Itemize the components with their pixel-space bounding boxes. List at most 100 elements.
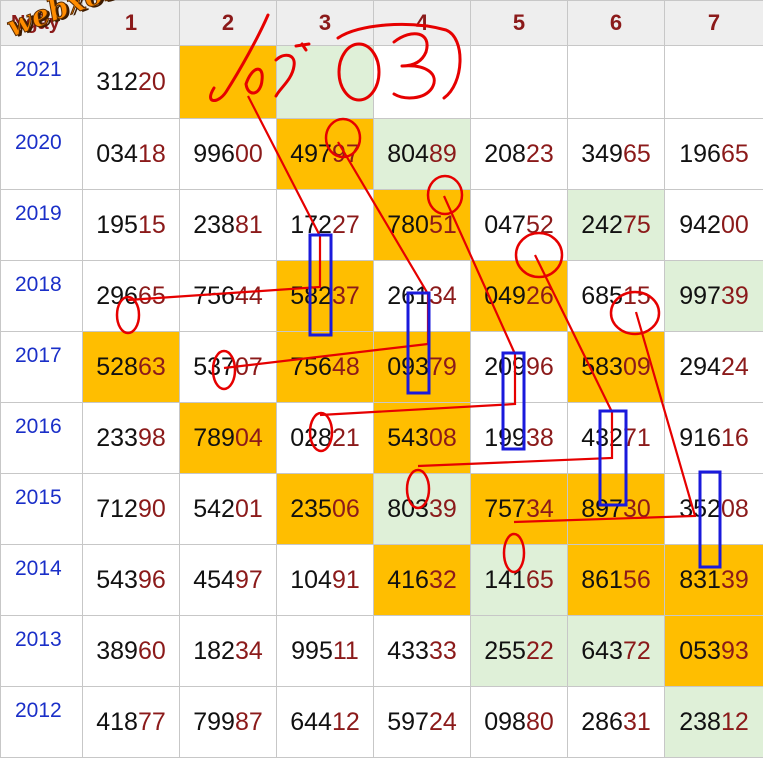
result-lead-digits: 543 (96, 566, 138, 594)
year-link[interactable]: 2013 (1, 616, 83, 687)
result-last-two-digits: 11 (333, 637, 359, 665)
column-header: 1 (83, 1, 180, 46)
result-last-two-digits: 23 (526, 140, 554, 168)
result-cell: 04926 (471, 261, 568, 332)
result-lead-digits: 799 (193, 708, 235, 736)
result-lead-digits: 897 (581, 495, 623, 523)
result-last-two-digits: 15 (138, 211, 166, 239)
table-row: 201919515238811722778051047522427594200 (1, 190, 763, 261)
column-header: 4 (374, 1, 471, 46)
result-cell (180, 46, 277, 119)
result-last-two-digits: 71 (623, 424, 651, 452)
result-last-two-digits: 32 (429, 566, 457, 594)
result-cell: 75644 (180, 261, 277, 332)
table-row: 201338960182349951143333255226437205393 (1, 616, 763, 687)
year-link[interactable]: 2015 (1, 474, 83, 545)
year-link[interactable]: 2018 (1, 261, 83, 332)
table-row: 201829665756445823726134049266851599739 (1, 261, 763, 332)
result-cell: 23506 (277, 474, 374, 545)
result-cell: 04752 (471, 190, 568, 261)
result-last-two-digits: 38 (526, 424, 554, 452)
result-last-two-digits: 16 (721, 424, 749, 452)
result-last-two-digits: 37 (332, 282, 360, 310)
result-last-two-digits: 00 (721, 211, 749, 239)
result-cell: 54201 (180, 474, 277, 545)
result-cell: 02821 (277, 403, 374, 474)
table-row: 201571290542012350680339757348973035208 (1, 474, 763, 545)
result-last-two-digits: 96 (138, 566, 166, 594)
result-cell: 26134 (374, 261, 471, 332)
result-lead-digits: 537 (193, 353, 235, 381)
result-lead-digits: 433 (387, 637, 429, 665)
result-cell: 59724 (374, 687, 471, 758)
column-header: 3 (277, 1, 374, 46)
header-row: Ngày 1 2 3 4 5 6 7 (1, 1, 763, 46)
result-lead-digits: 209 (484, 353, 526, 381)
result-last-two-digits: 20 (138, 68, 166, 96)
year-link[interactable]: 2014 (1, 545, 83, 616)
result-cell: 68515 (568, 261, 665, 332)
result-last-two-digits: 90 (138, 495, 166, 523)
result-cell: 71290 (83, 474, 180, 545)
result-last-two-digits: 51 (429, 211, 457, 239)
result-cell: 86156 (568, 545, 665, 616)
result-last-two-digits: 44 (235, 282, 263, 310)
result-lead-digits: 093 (387, 353, 429, 381)
result-cell (568, 46, 665, 119)
result-lead-digits: 238 (193, 211, 235, 239)
day-header: Ngày (1, 1, 83, 46)
result-cell: 29424 (665, 332, 763, 403)
result-lead-digits: 312 (96, 68, 138, 96)
result-cell (471, 46, 568, 119)
year-link[interactable]: 2016 (1, 403, 83, 474)
result-cell: 20823 (471, 119, 568, 190)
result-last-two-digits: 98 (138, 424, 166, 452)
result-last-two-digits: 77 (138, 708, 166, 736)
result-last-two-digits: 65 (623, 140, 651, 168)
result-lead-digits: 996 (193, 140, 235, 168)
result-last-two-digits: 97 (332, 140, 360, 168)
result-lead-digits: 757 (484, 495, 526, 523)
result-last-two-digits: 39 (429, 495, 457, 523)
result-lead-digits: 141 (484, 566, 526, 594)
column-header: 2 (180, 1, 277, 46)
result-last-two-digits: 08 (429, 424, 457, 452)
result-cell: 34965 (568, 119, 665, 190)
result-cell: 75734 (471, 474, 568, 545)
year-link[interactable]: 2020 (1, 119, 83, 190)
result-lead-digits: 104 (290, 566, 332, 594)
result-lead-digits: 196 (679, 140, 721, 168)
result-cell: 41877 (83, 687, 180, 758)
result-last-two-digits: 18 (138, 140, 166, 168)
table-row: 201241877799876441259724098802863123812 (1, 687, 763, 758)
table-body: 2021312202020034189960049797804892082334… (1, 46, 763, 758)
result-cell: 17227 (277, 190, 374, 261)
result-last-two-digits: 63 (138, 353, 166, 381)
year-link[interactable]: 2012 (1, 687, 83, 758)
result-last-two-digits: 30 (623, 495, 651, 523)
result-cell: 99739 (665, 261, 763, 332)
result-cell (374, 46, 471, 119)
result-last-two-digits: 93 (721, 637, 749, 665)
result-lead-digits: 053 (679, 637, 721, 665)
result-cell: 20996 (471, 332, 568, 403)
table-row: 202003418996004979780489208233496519665 (1, 119, 763, 190)
year-link[interactable]: 2019 (1, 190, 83, 261)
result-cell: 53707 (180, 332, 277, 403)
column-header: 7 (665, 1, 763, 46)
result-last-two-digits: 52 (526, 211, 554, 239)
result-cell: 03418 (83, 119, 180, 190)
year-link[interactable]: 2021 (1, 46, 83, 119)
result-lead-digits: 995 (291, 637, 333, 665)
year-link[interactable]: 2017 (1, 332, 83, 403)
result-last-two-digits: 65 (138, 282, 166, 310)
result-lead-digits: 756 (290, 353, 332, 381)
result-last-two-digits: 00 (235, 140, 263, 168)
result-lead-digits: 685 (581, 282, 623, 310)
result-last-two-digits: 24 (429, 708, 457, 736)
result-last-two-digits: 75 (623, 211, 651, 239)
result-last-two-digits: 07 (235, 353, 263, 381)
result-cell: 80489 (374, 119, 471, 190)
result-lead-digits: 780 (387, 211, 429, 239)
result-last-two-digits: 26 (526, 282, 554, 310)
